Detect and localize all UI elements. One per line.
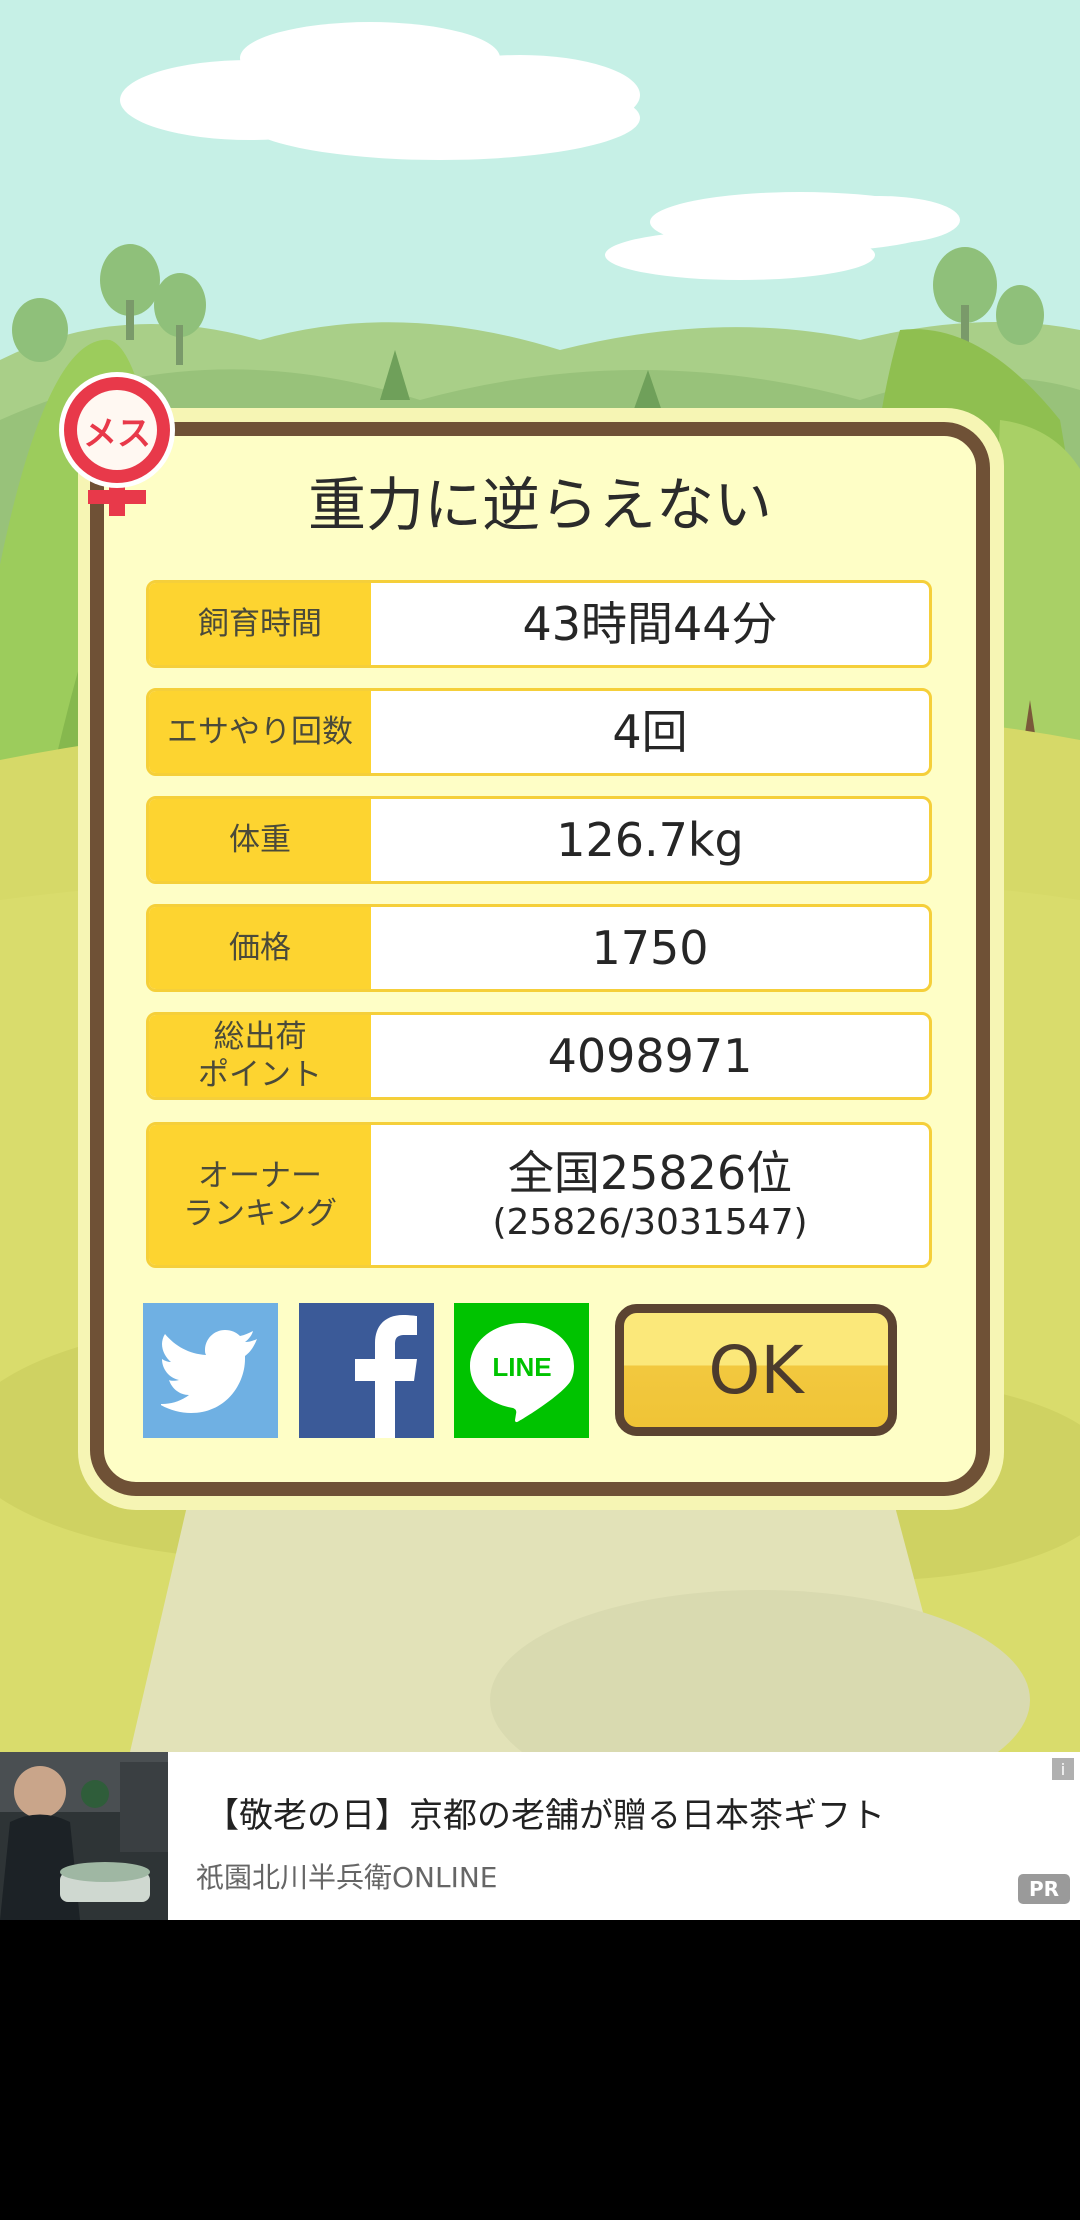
stat-value: 1750: [591, 921, 709, 975]
ok-button[interactable]: OK: [615, 1304, 897, 1436]
stat-value: 126.7kg: [556, 813, 744, 867]
ad-title[interactable]: 【敬老の日】京都の老舗が贈る日本茶ギフト: [205, 1788, 885, 1837]
stat-row-weight: 体重 126.7kg: [146, 796, 932, 884]
ad-thumbnail-image[interactable]: [0, 1752, 168, 1920]
stat-label: エサやり回数: [149, 691, 371, 773]
stat-row-feeding-time: 飼育時間 43時間44分: [146, 580, 932, 668]
facebook-f-icon: [355, 1315, 417, 1438]
stat-row-feed-count: エサやり回数 4回: [146, 688, 932, 776]
badge-label: メス: [83, 414, 151, 454]
line-speech-bubble-icon: LINE: [469, 1322, 574, 1422]
twitter-share-button[interactable]: [143, 1303, 278, 1438]
stat-value: 4回: [612, 705, 688, 759]
stat-label: オーナー ランキング: [149, 1125, 371, 1265]
facebook-share-button[interactable]: [299, 1303, 434, 1438]
ad-sponsor[interactable]: 祇園北川半兵衛ONLINE: [196, 1856, 497, 1896]
ad-pr-badge: PR: [1018, 1874, 1070, 1904]
line-label: LINE: [492, 1352, 551, 1382]
line-share-button[interactable]: LINE: [454, 1303, 589, 1438]
stat-value: 43時間44分: [522, 597, 778, 651]
stat-subvalue: (25826/3031547): [492, 1202, 808, 1243]
twitter-bird-icon: [160, 1329, 257, 1413]
stat-label: 総出荷 ポイント: [149, 1015, 371, 1097]
stat-value: 4098971: [547, 1029, 753, 1083]
ad-banner[interactable]: 【敬老の日】京都の老舗が贈る日本茶ギフト 祇園北川半兵衛ONLINE i PR: [0, 1752, 1080, 1920]
stat-label: 価格: [149, 907, 371, 989]
stat-value: 全国25826位: [507, 1146, 793, 1200]
stat-row-shipment-points: 総出荷 ポイント 4098971: [146, 1012, 932, 1100]
stat-label: 体重: [149, 799, 371, 881]
result-title: 重力に逆らえない: [307, 471, 772, 539]
stat-label: 飼育時間: [149, 583, 371, 665]
stat-row-owner-ranking: オーナー ランキング 全国25826位 (25826/3031547): [146, 1122, 932, 1268]
stat-row-price: 価格 1750: [146, 904, 932, 992]
ad-info-icon[interactable]: i: [1052, 1758, 1074, 1780]
